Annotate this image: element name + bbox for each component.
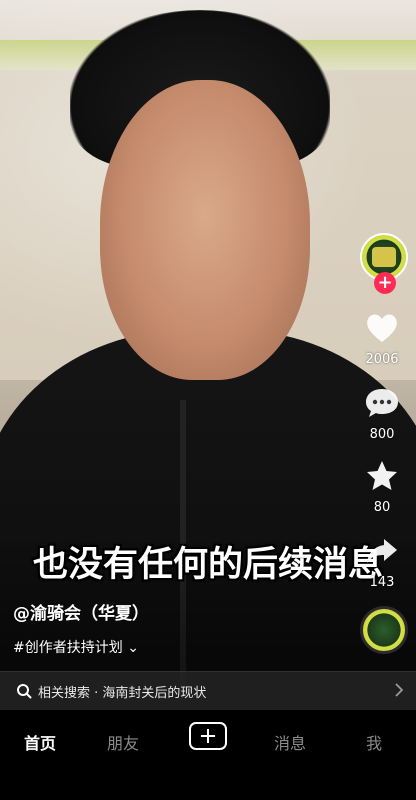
nav-home[interactable]: 首页 <box>24 730 56 754</box>
search-icon <box>17 684 32 699</box>
comment-button[interactable]: 800 <box>356 385 408 442</box>
related-search-bar[interactable]: 相关搜索 · 海南封关后的现状 <box>0 671 416 710</box>
share-button[interactable]: 143 <box>356 533 408 590</box>
favorite-count: 80 <box>373 500 391 515</box>
create-post-button[interactable] <box>189 722 227 750</box>
music-disc[interactable] <box>360 606 408 654</box>
hashtag-link[interactable]: #创作者扶持计划 ⌄ <box>13 637 139 657</box>
author-handle[interactable]: @渝骑会（华夏） <box>13 599 149 624</box>
nav-me[interactable]: 我 <box>366 730 382 754</box>
chevron-right-icon <box>395 683 404 697</box>
nav-friends[interactable]: 朋友 <box>107 730 139 754</box>
favorite-button[interactable]: 80 <box>356 458 408 515</box>
like-count: 2006 <box>365 352 399 367</box>
follow-button[interactable]: + <box>374 272 396 294</box>
comment-bubble-icon <box>366 389 398 417</box>
bottom-nav: 首页 朋友 消息 我 <box>0 710 416 800</box>
like-button[interactable]: 2006 <box>356 310 408 367</box>
comment-count: 800 <box>369 427 395 442</box>
video-subtitle: 也没有任何的后续消息 <box>32 545 383 585</box>
share-count: 143 <box>369 575 395 590</box>
related-search-text: 相关搜索 · 海南封关后的现状 <box>38 686 207 701</box>
avatar-emblem-icon <box>372 247 396 267</box>
plus-icon-vertical <box>207 729 209 743</box>
star-icon <box>367 461 397 490</box>
person-face <box>100 80 310 380</box>
heart-icon <box>367 314 397 342</box>
chevron-down-icon: ⌄ <box>127 640 139 656</box>
share-arrow-icon <box>367 539 397 563</box>
hashtag-text: #创作者扶持计划 <box>13 640 123 656</box>
nav-messages[interactable]: 消息 <box>274 730 306 754</box>
